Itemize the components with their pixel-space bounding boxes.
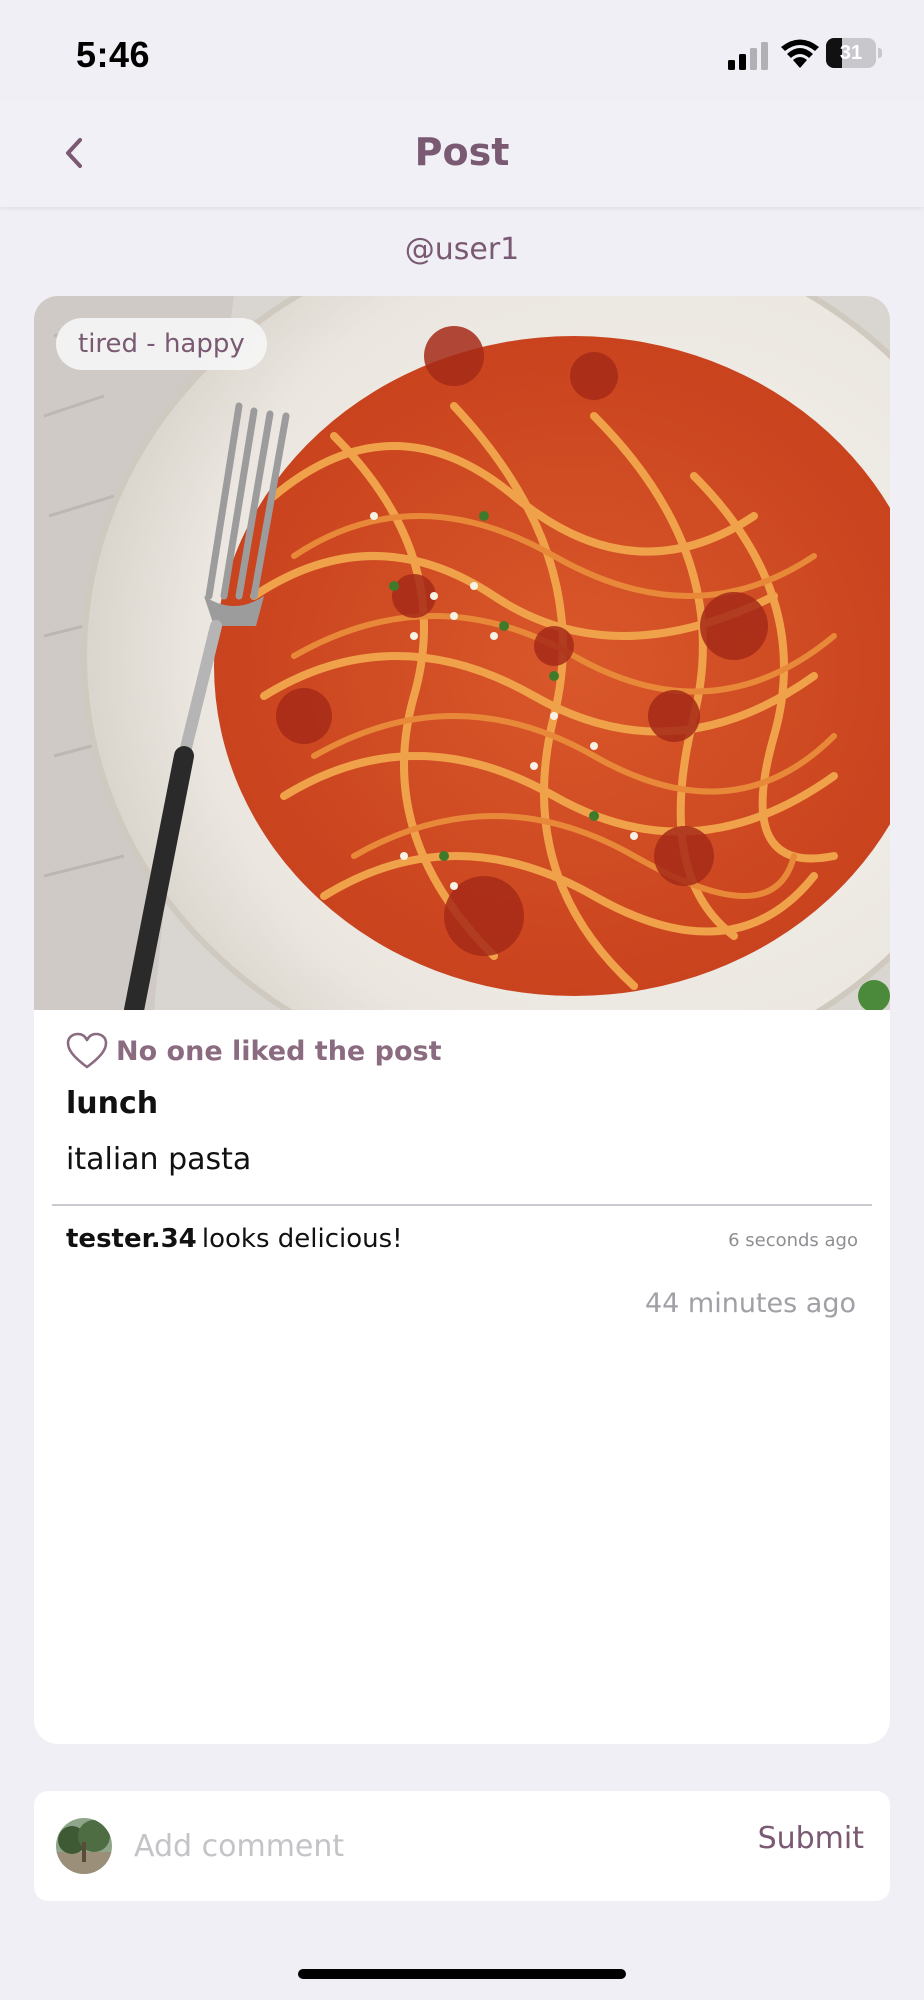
wifi-icon: [781, 39, 819, 68]
comment-timestamp: 6 seconds ago: [728, 1230, 858, 1251]
battery-level: 31: [839, 42, 863, 64]
comment-text: looks delicious!: [201, 1224, 403, 1254]
status-bar: 5:46 31: [0, 0, 924, 100]
comment-input[interactable]: [134, 1816, 694, 1876]
post-timestamp: 44 minutes ago: [644, 1288, 856, 1319]
heart-icon[interactable]: [66, 1032, 108, 1070]
submit-button[interactable]: Submit: [758, 1821, 864, 1856]
divider: [52, 1204, 872, 1206]
page-title: Post: [414, 130, 510, 174]
nav-header: Post: [0, 100, 924, 207]
likes-text: No one liked the post: [116, 1036, 442, 1067]
status-time: 5:46: [76, 34, 151, 75]
home-indicator[interactable]: [298, 1969, 626, 1979]
post-title: lunch: [66, 1086, 159, 1121]
cellular-signal-icon: [728, 42, 768, 70]
post-username[interactable]: @user1: [0, 232, 924, 267]
comment-input-bar: Submit: [34, 1791, 890, 1901]
post-description: italian pasta: [66, 1142, 252, 1177]
comment-item: tester.34 looks delicious! 6 seconds ago: [66, 1224, 858, 1264]
post-photo: [34, 296, 890, 1010]
battery-icon: 31: [826, 38, 884, 70]
post-card: tired - happy No one liked the post lunc…: [34, 296, 890, 1744]
mood-tag: tired - happy: [56, 318, 267, 370]
comment-username[interactable]: tester.34: [66, 1224, 197, 1254]
avatar: [56, 1818, 112, 1874]
